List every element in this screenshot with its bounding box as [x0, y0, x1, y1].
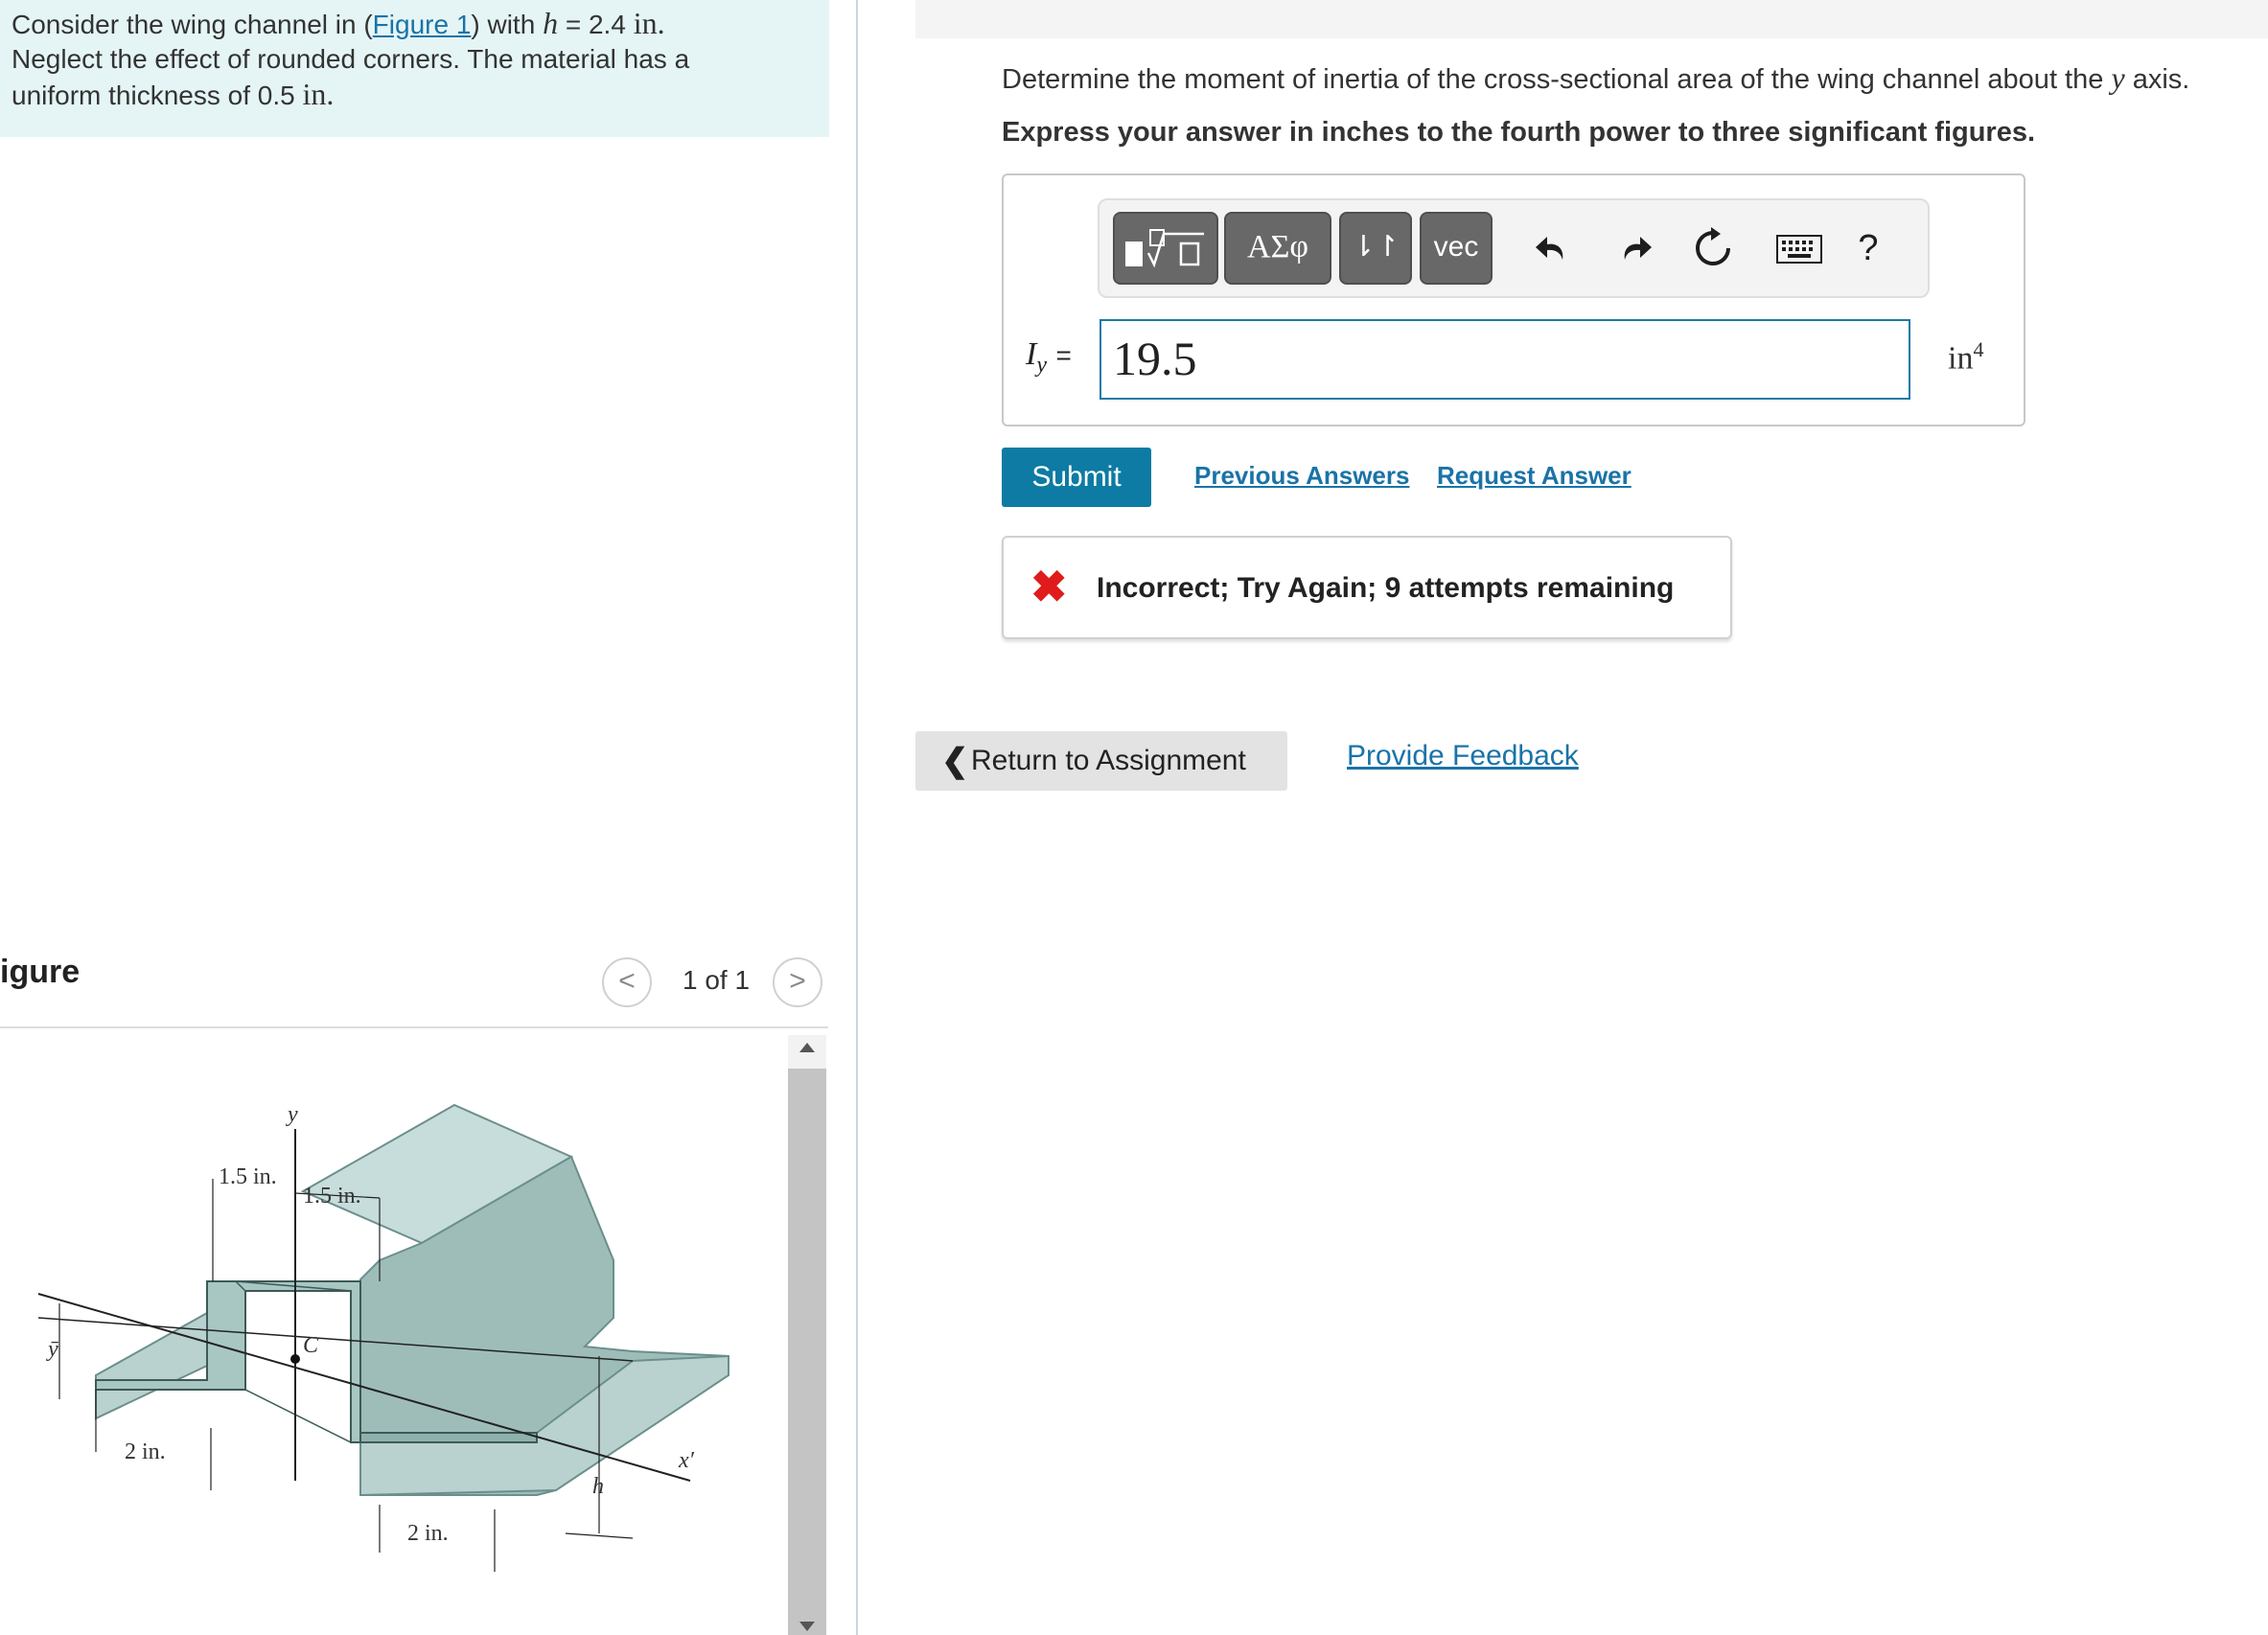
ybar-label: ȳ	[46, 1337, 58, 1362]
dim-line	[565, 1532, 634, 1539]
scroll-up-icon[interactable]	[799, 1043, 815, 1052]
problem-line-3: uniform thickness of 0.5 in.	[12, 77, 818, 113]
figure-scrollbar[interactable]	[788, 1035, 826, 1635]
undo-icon[interactable]	[1529, 221, 1577, 275]
dim-top-left: 1.5 in.	[219, 1164, 277, 1189]
keyboard-icon[interactable]	[1770, 221, 1828, 275]
previous-answers-link[interactable]: Previous Answers	[1194, 461, 1409, 491]
chevron-left-icon: <	[618, 965, 636, 997]
answer-input[interactable]: 19.5	[1099, 319, 1910, 400]
math-toolbar: ΑΣφ ⇂↾ vec ?	[1098, 198, 1930, 298]
problem-text: Consider the wing channel in (	[12, 10, 373, 39]
x-prime-label: x′	[678, 1448, 695, 1473]
centroid-dot	[290, 1354, 300, 1364]
feedback-box: ✖ Incorrect; Try Again; 9 attempts remai…	[1002, 536, 1732, 639]
next-figure-button[interactable]: >	[773, 957, 822, 1007]
reset-icon[interactable]	[1689, 221, 1737, 275]
help-button[interactable]: ?	[1844, 221, 1892, 275]
equals-sign: =	[1055, 340, 1072, 370]
return-label: Return to Assignment	[971, 745, 1246, 776]
feedback-text: Incorrect; Try Again; 9 attempts remaini…	[1097, 572, 1675, 604]
x-mark-icon: ✖	[1030, 562, 1068, 611]
redo-icon[interactable]	[1610, 221, 1658, 275]
answer-label: Iy =	[1026, 335, 1072, 379]
problem-statement: Consider the wing channel in (Figure 1) …	[0, 0, 829, 137]
return-to-assignment-button[interactable]: ❮ Return to Assignment	[915, 731, 1287, 791]
answer-variable: I	[1026, 336, 1037, 372]
panel-divider	[856, 0, 858, 1635]
previous-figure-button[interactable]: <	[602, 957, 652, 1007]
question-text-part: axis.	[2124, 64, 2190, 95]
problem-line-1: Consider the wing channel in (Figure 1) …	[12, 6, 818, 42]
problem-text: = 2.4	[558, 10, 634, 39]
scroll-down-icon[interactable]	[799, 1622, 815, 1631]
dim-bottom-right: 2 in.	[407, 1521, 449, 1546]
problem-line-2: Neglect the effect of rounded corners. T…	[12, 44, 690, 74]
figure-count: 1 of 1	[683, 965, 751, 995]
h-label: h	[592, 1474, 604, 1499]
provide-feedback-link[interactable]: Provide Feedback	[1347, 740, 1579, 772]
greek-button[interactable]: ΑΣφ	[1224, 212, 1331, 285]
vec-button[interactable]: vec	[1420, 212, 1493, 285]
scroll-thumb[interactable]	[788, 1069, 826, 1635]
unit-exponent: 4	[1973, 337, 1984, 361]
chevron-left-icon: ❮	[941, 743, 969, 779]
subscript-button[interactable]: ⇂↾	[1339, 212, 1412, 285]
question-text: Determine the moment of inertia of the c…	[1002, 60, 2189, 96]
submit-button[interactable]: Submit	[1002, 448, 1151, 507]
question-instruction: Express your answer in inches to the fou…	[1002, 117, 2036, 148]
fraction-root-template-icon	[1125, 229, 1204, 268]
y-axis-label: y	[286, 1102, 298, 1127]
question-text-part: Determine the moment of inertia of the c…	[1002, 64, 2112, 95]
centroid-label: C	[303, 1333, 319, 1358]
wing-channel-figure: y x′ C 1.5 in. 1.5 in. ȳ 2 in. 2 in. h	[37, 1102, 729, 1572]
chevron-right-icon: >	[789, 965, 806, 997]
problem-text: ) with	[471, 10, 544, 39]
header-strip	[915, 0, 2268, 38]
templates-button[interactable]	[1113, 212, 1218, 285]
unit: in.	[633, 6, 665, 40]
answer-subscript: y	[1036, 352, 1047, 378]
figure-heading: igure	[0, 954, 81, 990]
h-symbol: h	[543, 6, 559, 40]
dim-top-right: 1.5 in.	[303, 1184, 361, 1209]
answer-unit: in4	[1948, 337, 1983, 377]
dim-bottom-left: 2 in.	[125, 1439, 166, 1464]
figure-1-link[interactable]: Figure 1	[373, 10, 472, 39]
unit: in.	[302, 77, 335, 111]
figure-divider	[0, 1026, 828, 1028]
unit-base: in	[1948, 340, 1974, 377]
problem-text: uniform thickness of 0.5	[12, 81, 303, 110]
axis-symbol: y	[2111, 60, 2125, 95]
request-answer-link[interactable]: Request Answer	[1437, 461, 1632, 491]
figure-pager: < 1 of 1 >	[602, 956, 828, 1009]
